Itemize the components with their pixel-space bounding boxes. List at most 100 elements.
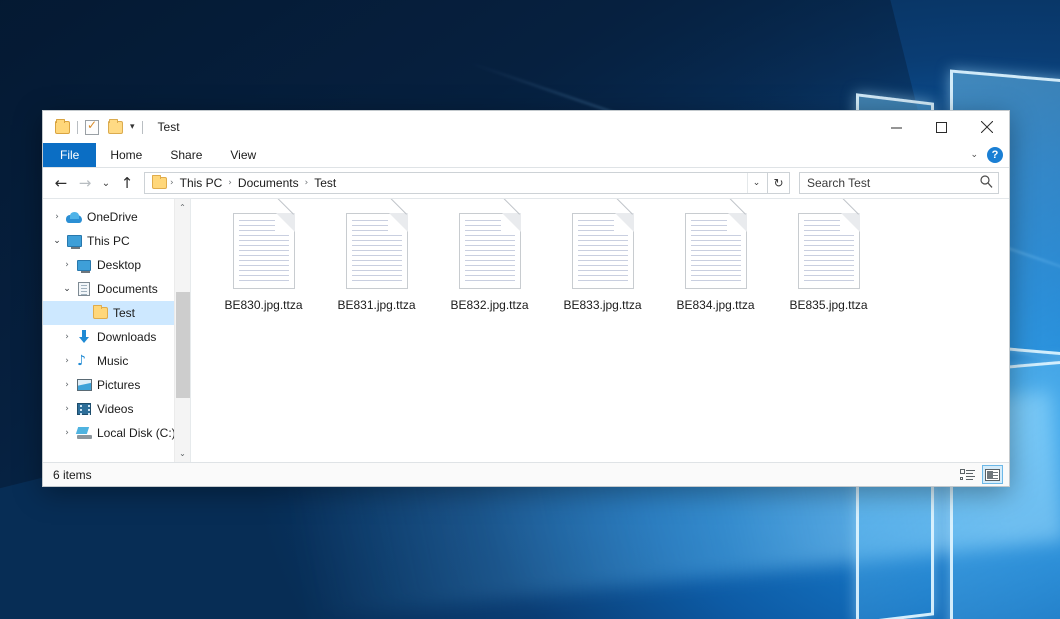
desktop: ▾ Test File Home Share View xyxy=(0,0,1060,619)
breadcrumb-item-test[interactable]: Test xyxy=(309,176,341,190)
properties-checkmark-icon[interactable] xyxy=(85,120,99,135)
ribbon-right-controls: ⌄ ? xyxy=(963,143,1009,167)
view-buttons xyxy=(957,465,1003,484)
chevron-down-icon[interactable]: ⌄ xyxy=(59,284,75,294)
breadcrumb-item-this-pc[interactable]: This PC xyxy=(175,176,228,190)
sidebar-item-downloads[interactable]: › Downloads xyxy=(43,325,190,349)
file-name-label: BE832.jpg.ttza xyxy=(450,298,528,312)
window-title: Test xyxy=(158,120,180,134)
refresh-icon[interactable]: ↻ xyxy=(768,172,790,194)
sidebar-item-label: Music xyxy=(93,354,128,368)
address-bar[interactable]: › This PC › Documents › Test ⌄ xyxy=(144,172,768,194)
documents-icon xyxy=(75,282,93,296)
sidebar-item-label: OneDrive xyxy=(83,210,138,224)
generic-document-icon xyxy=(572,213,634,289)
chevron-right-icon[interactable]: › xyxy=(59,356,75,366)
sidebar-item-local-disk-c[interactable]: › Local Disk (C:) xyxy=(43,421,190,445)
sidebar-item-label: Documents xyxy=(93,282,158,296)
sidebar-item-music[interactable]: › ♪ Music xyxy=(43,349,190,373)
recent-locations-button[interactable]: ⌄ xyxy=(97,171,115,195)
ribbon-tab-bar: File Home Share View ⌄ ? xyxy=(43,143,1009,168)
sidebar-item-label: Desktop xyxy=(93,258,141,272)
item-count-label: 6 items xyxy=(53,468,92,482)
up-button[interactable]: ↑ xyxy=(115,171,139,195)
file-name-label: BE834.jpg.ttza xyxy=(676,298,754,312)
scrollbar-track[interactable] xyxy=(175,216,191,445)
desktop-monitor-icon xyxy=(75,260,93,271)
list-item[interactable]: BE832.jpg.ttza xyxy=(433,213,546,331)
folder-icon xyxy=(152,177,167,189)
divider xyxy=(77,121,78,134)
list-item[interactable]: BE833.jpg.ttza xyxy=(546,213,659,331)
help-icon[interactable]: ? xyxy=(987,147,1003,163)
sidebar-item-documents[interactable]: ⌄ Documents xyxy=(43,277,190,301)
divider xyxy=(142,121,143,134)
chevron-right-icon[interactable]: › xyxy=(59,260,75,270)
tab-view[interactable]: View xyxy=(216,143,270,167)
file-list[interactable]: BE830.jpg.ttza BE831.jpg.ttza BE832.jpg.… xyxy=(191,199,1009,462)
chevron-down-icon[interactable]: ⌄ xyxy=(49,236,65,246)
generic-document-icon xyxy=(346,213,408,289)
quick-access-toolbar: ▾ xyxy=(43,120,150,135)
maximize-icon[interactable] xyxy=(919,111,964,143)
generic-document-icon xyxy=(233,213,295,289)
navigation-scrollbar[interactable]: ⌃ ⌄ xyxy=(174,199,190,462)
downloads-arrow-icon xyxy=(75,330,93,344)
chevron-right-icon[interactable]: › xyxy=(59,404,75,414)
sidebar-item-videos[interactable]: › Videos xyxy=(43,397,190,421)
onedrive-cloud-icon xyxy=(65,212,83,223)
videos-film-icon xyxy=(75,403,93,415)
chevron-right-icon[interactable]: › xyxy=(59,428,75,438)
breadcrumb-item-documents[interactable]: Documents xyxy=(233,176,304,190)
sidebar-item-pictures[interactable]: › Pictures xyxy=(43,373,190,397)
tab-share[interactable]: Share xyxy=(156,143,216,167)
file-name-label: BE831.jpg.ttza xyxy=(337,298,415,312)
file-name-label: BE835.jpg.ttza xyxy=(789,298,867,312)
details-view-button[interactable] xyxy=(957,465,978,484)
large-icons-view-button[interactable] xyxy=(982,465,1003,484)
scrollbar-thumb[interactable] xyxy=(176,292,190,398)
navigation-tree: › OneDrive ⌄ This PC › Desktop xyxy=(43,199,190,445)
close-icon[interactable] xyxy=(964,111,1009,143)
sidebar-item-test[interactable]: Test xyxy=(43,301,190,325)
search-box[interactable]: Search Test xyxy=(799,172,999,194)
file-name-label: BE833.jpg.ttza xyxy=(563,298,641,312)
sidebar-item-desktop[interactable]: › Desktop xyxy=(43,253,190,277)
address-dropdown-icon[interactable]: ⌄ xyxy=(747,173,765,193)
tab-home[interactable]: Home xyxy=(96,143,156,167)
list-item[interactable]: BE835.jpg.ttza xyxy=(772,213,885,331)
hard-disk-icon xyxy=(75,427,93,439)
sidebar-item-label: Test xyxy=(109,306,135,320)
list-item[interactable]: BE830.jpg.ttza xyxy=(207,213,320,331)
scroll-down-icon[interactable]: ⌄ xyxy=(175,445,191,462)
breadcrumb: › This PC › Documents › Test xyxy=(169,176,747,190)
explorer-body: › OneDrive ⌄ This PC › Desktop xyxy=(43,198,1009,462)
chevron-right-icon[interactable]: › xyxy=(59,332,75,342)
chevron-right-icon[interactable]: › xyxy=(59,380,75,390)
list-item[interactable]: BE831.jpg.ttza xyxy=(320,213,433,331)
navigation-pane: › OneDrive ⌄ This PC › Desktop xyxy=(43,199,191,462)
sidebar-item-label: Videos xyxy=(93,402,133,416)
folder-icon xyxy=(91,307,109,319)
minimize-icon[interactable] xyxy=(874,111,919,143)
search-input[interactable]: Search Test xyxy=(807,176,980,190)
file-name-label: BE830.jpg.ttza xyxy=(224,298,302,312)
generic-document-icon xyxy=(798,213,860,289)
folder-icon[interactable] xyxy=(55,121,70,134)
sidebar-item-label: This PC xyxy=(83,234,130,248)
sidebar-item-this-pc[interactable]: ⌄ This PC xyxy=(43,229,190,253)
this-pc-monitor-icon xyxy=(65,235,83,247)
search-icon[interactable] xyxy=(980,175,993,191)
sidebar-item-onedrive[interactable]: › OneDrive xyxy=(43,205,190,229)
list-item[interactable]: BE834.jpg.ttza xyxy=(659,213,772,331)
chevron-right-icon[interactable]: › xyxy=(49,212,65,222)
scroll-up-icon[interactable]: ⌃ xyxy=(175,199,191,216)
chevron-down-icon[interactable]: ⌄ xyxy=(963,150,985,160)
new-folder-icon[interactable] xyxy=(108,121,123,134)
tab-file[interactable]: File xyxy=(43,143,96,167)
back-button[interactable]: ← xyxy=(49,171,73,195)
generic-document-icon xyxy=(459,213,521,289)
forward-button[interactable]: → xyxy=(73,171,97,195)
sidebar-item-label: Downloads xyxy=(93,330,156,344)
chevron-down-icon[interactable]: ▾ xyxy=(130,123,135,132)
